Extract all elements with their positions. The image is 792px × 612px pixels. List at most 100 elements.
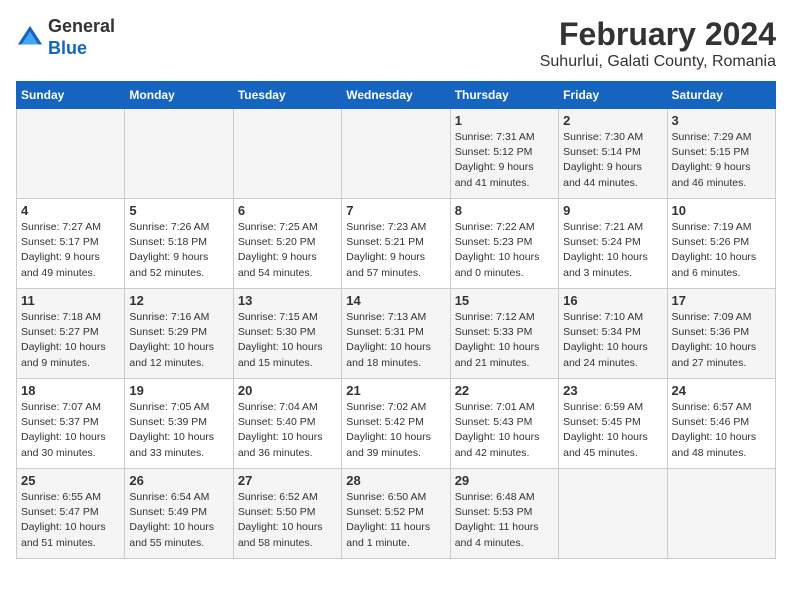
day-number: 23 (563, 383, 662, 398)
calendar-cell: 12 Sunrise: 7:16 AM Sunset: 5:29 PM Dayli… (125, 289, 233, 379)
calendar-cell (342, 109, 450, 199)
day-number: 17 (672, 293, 771, 308)
calendar-cell: 3Sunrise: 7:29 AM Sunset: 5:15 PM Daylig… (667, 109, 775, 199)
day-number: 29 (455, 473, 554, 488)
day-number: 6 (238, 203, 337, 218)
day-info: Sunrise: 7:09 AM Sunset: 5:36 PM Dayligh… (672, 310, 771, 371)
calendar-cell: 20Sunrise: 7:04 AM Sunset: 5:40 PM Dayli… (233, 379, 341, 469)
calendar-cell (233, 109, 341, 199)
calendar-cell: 25Sunrise: 6:55 AM Sunset: 5:47 PM Dayli… (17, 469, 125, 559)
day-info: Sunrise: 7:13 AM Sunset: 5:31 PM Dayligh… (346, 310, 445, 371)
day-info: Sunrise: 7:02 AM Sunset: 5:42 PM Dayligh… (346, 400, 445, 461)
day-info: Sunrise: 6:52 AM Sunset: 5:50 PM Dayligh… (238, 490, 337, 551)
day-number: 8 (455, 203, 554, 218)
day-info: Sunrise: 7:27 AM Sunset: 5:17 PM Dayligh… (21, 220, 120, 281)
day-info: Sunrise: 7:30 AM Sunset: 5:14 PM Dayligh… (563, 130, 662, 191)
day-info: Sunrise: 7:31 AM Sunset: 5:12 PM Dayligh… (455, 130, 554, 191)
day-number: 20 (238, 383, 337, 398)
day-number: 12 (129, 293, 228, 308)
calendar-cell: 15Sunrise: 7:12 AM Sunset: 5:33 PM Dayli… (450, 289, 558, 379)
calendar-cell (559, 469, 667, 559)
day-number: 19 (129, 383, 228, 398)
day-number: 18 (21, 383, 120, 398)
calendar-cell: 2 Sunrise: 7:30 AM Sunset: 5:14 PM Daylig… (559, 109, 667, 199)
calendar-week-4: 18 Sunrise: 7:07 AM Sunset: 5:37 PM Dayli… (17, 379, 776, 469)
calendar-cell (125, 109, 233, 199)
calendar-cell: 22Sunrise: 7:01 AM Sunset: 5:43 PM Dayli… (450, 379, 558, 469)
logo-icon (16, 24, 44, 52)
day-info: Sunrise: 7:25 AM Sunset: 5:20 PM Dayligh… (238, 220, 337, 281)
calendar-cell: 23 Sunrise: 6:59 AM Sunset: 5:45 PM Dayli… (559, 379, 667, 469)
day-info: Sunrise: 7:26 AM Sunset: 5:18 PM Dayligh… (129, 220, 228, 281)
calendar-table: SundayMondayTuesdayWednesdayThursdayFrid… (16, 81, 776, 559)
day-number: 7 (346, 203, 445, 218)
calendar-cell: 24 Sunrise: 6:57 AM Sunset: 5:46 PM Dayli… (667, 379, 775, 469)
day-info: Sunrise: 7:22 AM Sunset: 5:23 PM Dayligh… (455, 220, 554, 281)
title-block: February 2024 Suhurlui, Galati County, R… (540, 16, 776, 71)
column-header-thursday: Thursday (450, 82, 558, 109)
calendar-cell: 18 Sunrise: 7:07 AM Sunset: 5:37 PM Dayli… (17, 379, 125, 469)
day-info: Sunrise: 6:57 AM Sunset: 5:46 PM Dayligh… (672, 400, 771, 461)
logo: General Blue (16, 16, 115, 59)
calendar-title: February 2024 (540, 16, 776, 53)
column-header-tuesday: Tuesday (233, 82, 341, 109)
calendar-cell: 4 Sunrise: 7:27 AM Sunset: 5:17 PM Daylig… (17, 199, 125, 289)
day-info: Sunrise: 7:19 AM Sunset: 5:26 PM Dayligh… (672, 220, 771, 281)
calendar-cell: 7 Sunrise: 7:23 AM Sunset: 5:21 PM Daylig… (342, 199, 450, 289)
day-info: Sunrise: 6:59 AM Sunset: 5:45 PM Dayligh… (563, 400, 662, 461)
calendar-week-1: 1 Sunrise: 7:31 AM Sunset: 5:12 PM Daylig… (17, 109, 776, 199)
calendar-week-2: 4 Sunrise: 7:27 AM Sunset: 5:17 PM Daylig… (17, 199, 776, 289)
day-number: 13 (238, 293, 337, 308)
day-number: 26 (129, 473, 228, 488)
day-number: 27 (238, 473, 337, 488)
day-number: 2 (563, 113, 662, 128)
calendar-cell (17, 109, 125, 199)
day-number: 14 (346, 293, 445, 308)
calendar-cell: 8 Sunrise: 7:22 AM Sunset: 5:23 PM Daylig… (450, 199, 558, 289)
day-info: Sunrise: 7:21 AM Sunset: 5:24 PM Dayligh… (563, 220, 662, 281)
day-number: 24 (672, 383, 771, 398)
day-info: Sunrise: 6:55 AM Sunset: 5:47 PM Dayligh… (21, 490, 120, 551)
column-header-wednesday: Wednesday (342, 82, 450, 109)
column-header-saturday: Saturday (667, 82, 775, 109)
day-number: 4 (21, 203, 120, 218)
day-info: Sunrise: 6:54 AM Sunset: 5:49 PM Dayligh… (129, 490, 228, 551)
calendar-cell: 16Sunrise: 7:10 AM Sunset: 5:34 PM Dayli… (559, 289, 667, 379)
calendar-cell: 27 Sunrise: 6:52 AM Sunset: 5:50 PM Dayli… (233, 469, 341, 559)
calendar-body: 1 Sunrise: 7:31 AM Sunset: 5:12 PM Daylig… (17, 109, 776, 559)
day-number: 21 (346, 383, 445, 398)
calendar-cell: 19 Sunrise: 7:05 AM Sunset: 5:39 PM Dayli… (125, 379, 233, 469)
day-info: Sunrise: 6:48 AM Sunset: 5:53 PM Dayligh… (455, 490, 554, 551)
day-info: Sunrise: 7:18 AM Sunset: 5:27 PM Dayligh… (21, 310, 120, 371)
day-number: 3 (672, 113, 771, 128)
calendar-cell: 21 Sunrise: 7:02 AM Sunset: 5:42 PM Dayli… (342, 379, 450, 469)
column-header-friday: Friday (559, 82, 667, 109)
day-info: Sunrise: 7:23 AM Sunset: 5:21 PM Dayligh… (346, 220, 445, 281)
calendar-cell: 28Sunrise: 6:50 AM Sunset: 5:52 PM Dayli… (342, 469, 450, 559)
calendar-week-3: 11 Sunrise: 7:18 AM Sunset: 5:27 PM Dayli… (17, 289, 776, 379)
column-header-monday: Monday (125, 82, 233, 109)
calendar-header: SundayMondayTuesdayWednesdayThursdayFrid… (17, 82, 776, 109)
day-info: Sunrise: 7:10 AM Sunset: 5:34 PM Dayligh… (563, 310, 662, 371)
calendar-subtitle: Suhurlui, Galati County, Romania (540, 53, 776, 71)
day-number: 11 (21, 293, 120, 308)
day-number: 9 (563, 203, 662, 218)
calendar-cell (667, 469, 775, 559)
day-number: 15 (455, 293, 554, 308)
calendar-week-5: 25Sunrise: 6:55 AM Sunset: 5:47 PM Dayli… (17, 469, 776, 559)
day-info: Sunrise: 7:05 AM Sunset: 5:39 PM Dayligh… (129, 400, 228, 461)
day-info: Sunrise: 7:16 AM Sunset: 5:29 PM Dayligh… (129, 310, 228, 371)
day-number: 5 (129, 203, 228, 218)
day-number: 28 (346, 473, 445, 488)
calendar-cell: 29 Sunrise: 6:48 AM Sunset: 5:53 PM Dayli… (450, 469, 558, 559)
day-info: Sunrise: 7:15 AM Sunset: 5:30 PM Dayligh… (238, 310, 337, 371)
calendar-cell: 5 Sunrise: 7:26 AM Sunset: 5:18 PM Daylig… (125, 199, 233, 289)
page-header: General Blue February 2024 Suhurlui, Gal… (16, 16, 776, 71)
calendar-cell: 11 Sunrise: 7:18 AM Sunset: 5:27 PM Dayli… (17, 289, 125, 379)
day-info: Sunrise: 7:07 AM Sunset: 5:37 PM Dayligh… (21, 400, 120, 461)
calendar-cell: 10Sunrise: 7:19 AM Sunset: 5:26 PM Dayli… (667, 199, 775, 289)
day-number: 1 (455, 113, 554, 128)
calendar-cell: 1 Sunrise: 7:31 AM Sunset: 5:12 PM Daylig… (450, 109, 558, 199)
day-number: 22 (455, 383, 554, 398)
calendar-cell: 9 Sunrise: 7:21 AM Sunset: 5:24 PM Daylig… (559, 199, 667, 289)
